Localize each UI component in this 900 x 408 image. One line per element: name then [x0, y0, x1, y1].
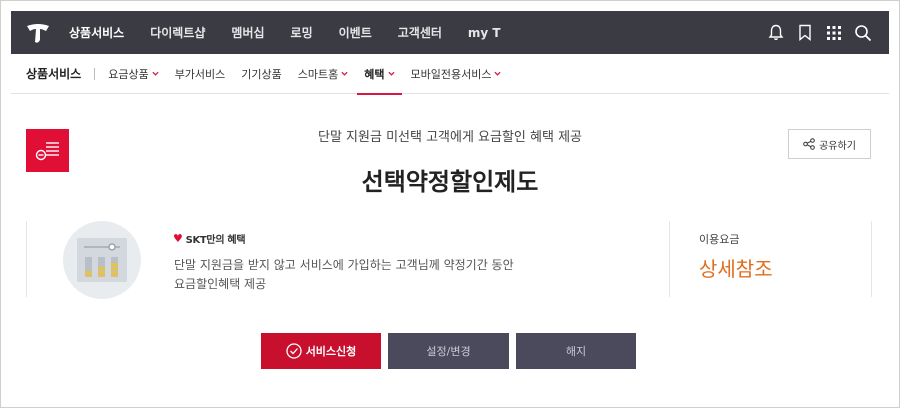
service-info-card: ♥ SKT만의 혜택 단말 지원금을 받지 않고 서비스에 가입하는 고객님께 …	[26, 221, 872, 299]
chevron-down-icon	[341, 71, 348, 76]
section-title: 상품서비스	[26, 67, 82, 81]
list-icon	[26, 129, 69, 172]
search-icon[interactable]	[854, 24, 872, 42]
description-line: 요금할인혜택 제공	[174, 277, 267, 291]
top-nav-roaming[interactable]: 로밍	[291, 24, 313, 41]
share-button[interactable]: 공유하기	[788, 129, 871, 159]
chevron-down-icon	[387, 71, 395, 76]
top-nav-my-t[interactable]: my T	[468, 26, 501, 40]
apply-label: 서비스신청	[305, 345, 357, 358]
sub-navigation: 상품서비스 요금상품 부가서비스 기기상품 스마트홈 혜택 모바일전용서비스	[11, 54, 889, 95]
sub-nav-label: 기기상품	[241, 67, 282, 81]
settings-change-button[interactable]: 설정/변경	[388, 333, 509, 369]
skt-benefit-tag: ♥ SKT만의 혜택	[173, 231, 246, 246]
share-label: 공유하기	[819, 140, 856, 152]
chevron-down-icon	[494, 71, 502, 76]
bell-icon[interactable]	[767, 24, 785, 42]
sub-nav-smart-home[interactable]: 스마트홈	[298, 54, 348, 94]
top-nav-products[interactable]: 상품서비스	[69, 24, 124, 41]
sub-nav-mobile-only-services[interactable]: 모바일전용서비스	[411, 54, 502, 94]
sub-nav-label: 요금상품	[108, 67, 149, 81]
page-subtitle: 단말 지원금 미선택 고객에게 요금할인 혜택 제공	[318, 130, 582, 145]
sub-nav-label: 혜택	[364, 67, 385, 81]
sub-nav-label: 스마트홈	[297, 67, 339, 81]
sub-nav-devices[interactable]: 기기상품	[241, 54, 281, 94]
check-circle-icon	[286, 343, 302, 359]
service-apply-button[interactable]: 서비스신청	[261, 333, 381, 369]
heart-icon: ♥	[173, 232, 183, 245]
service-description: 단말 지원금을 받지 않고 서비스에 가입하는 고객님께 약정기간 동안 요금할…	[174, 256, 514, 294]
section-divider	[94, 67, 96, 80]
bookmark-icon[interactable]	[796, 24, 814, 42]
description-line: 단말 지원금을 받지 않고 서비스에 가입하는 고객님께 약정기간 동안	[174, 258, 514, 272]
fee-value: 상세참조	[699, 257, 773, 281]
chevron-down-icon	[152, 71, 159, 76]
top-icon-group	[767, 24, 889, 42]
page-title: 선택약정할인제도	[361, 168, 539, 196]
sub-nav-label: 모바일전용서비스	[410, 67, 492, 81]
cancel-subscription-button[interactable]: 해지	[516, 333, 636, 369]
top-nav-event[interactable]: 이벤트	[339, 24, 372, 41]
t-logo-icon[interactable]	[23, 18, 53, 48]
top-nav-membership[interactable]: 멤버십	[231, 24, 264, 41]
sub-nav-addon-services[interactable]: 부가서비스	[175, 54, 226, 94]
share-icon	[803, 138, 815, 150]
top-navigation-bar: 상품서비스 다이렉트샵 멤버십 로밍 이벤트 고객센터 my T	[11, 11, 889, 54]
sub-nav-rate-plans[interactable]: 요금상품	[108, 54, 159, 94]
sub-nav-label: 부가서비스	[174, 67, 226, 81]
fee-label: 이용요금	[699, 233, 740, 246]
card-divider	[669, 221, 670, 297]
main-menu: 상품서비스 다이렉트샵 멤버십 로밍 이벤트 고객센터 my T	[69, 11, 527, 54]
top-nav-customer-center[interactable]: 고객센터	[398, 24, 442, 41]
top-nav-direct-shop[interactable]: 다이렉트샵	[150, 24, 205, 41]
benefit-tag-label: SKT만의 혜택	[185, 235, 246, 246]
grid-menu-icon[interactable]	[825, 24, 843, 42]
sub-nav-benefits[interactable]: 혜택	[357, 54, 402, 95]
discount-illustration	[63, 221, 141, 299]
